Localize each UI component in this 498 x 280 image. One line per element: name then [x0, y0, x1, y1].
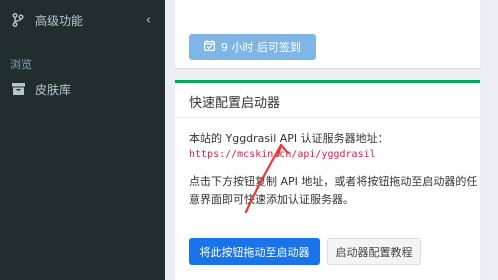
calendar-check-icon: [204, 40, 216, 54]
divider: [175, 117, 480, 118]
archive-icon: [11, 82, 25, 96]
sidebar-item-skin-library[interactable]: 皮肤库: [0, 71, 165, 107]
card-title: 快速配置启动器: [189, 96, 281, 111]
main-content: 9 小时 后可签到 快速配置启动器 本站的 Yggdrasil API 认证服务…: [165, 0, 498, 280]
chevron-left-icon: ‹: [145, 12, 151, 28]
sidebar-item-label: 高级功能: [35, 13, 84, 28]
sign-card: 9 小时 后可签到: [175, 0, 480, 68]
launcher-tutorial-button[interactable]: 启动器配置教程: [327, 238, 421, 265]
launcher-config-card: 快速配置启动器 本站的 Yggdrasil API 认证服务器地址： https…: [175, 80, 480, 280]
api-url: https://mcskin.cn/api/yggdrasil: [189, 149, 376, 160]
branch-icon: [11, 13, 25, 27]
drag-to-launcher-button[interactable]: 将此按钮拖动至启动器: [189, 238, 320, 265]
instructions-text: 点击下方按钮复制 API 地址，或者将按钮拖动至启动器的任意界面即可快速添加认证…: [189, 175, 478, 206]
sign-in-button[interactable]: 9 小时 后可签到: [189, 34, 316, 60]
sidebar-item-label: 皮肤库: [35, 82, 72, 97]
sidebar-item-advanced[interactable]: 高级功能 ‹: [0, 2, 165, 38]
sidebar-section-header: 浏览: [10, 58, 32, 71]
sidebar: 高级功能 ‹ 浏览 皮肤库: [0, 0, 165, 280]
api-description: 本站的 Yggdrasil API 认证服务器地址：: [189, 132, 389, 145]
sign-in-button-label: 9 小时 后可签到: [221, 41, 301, 54]
